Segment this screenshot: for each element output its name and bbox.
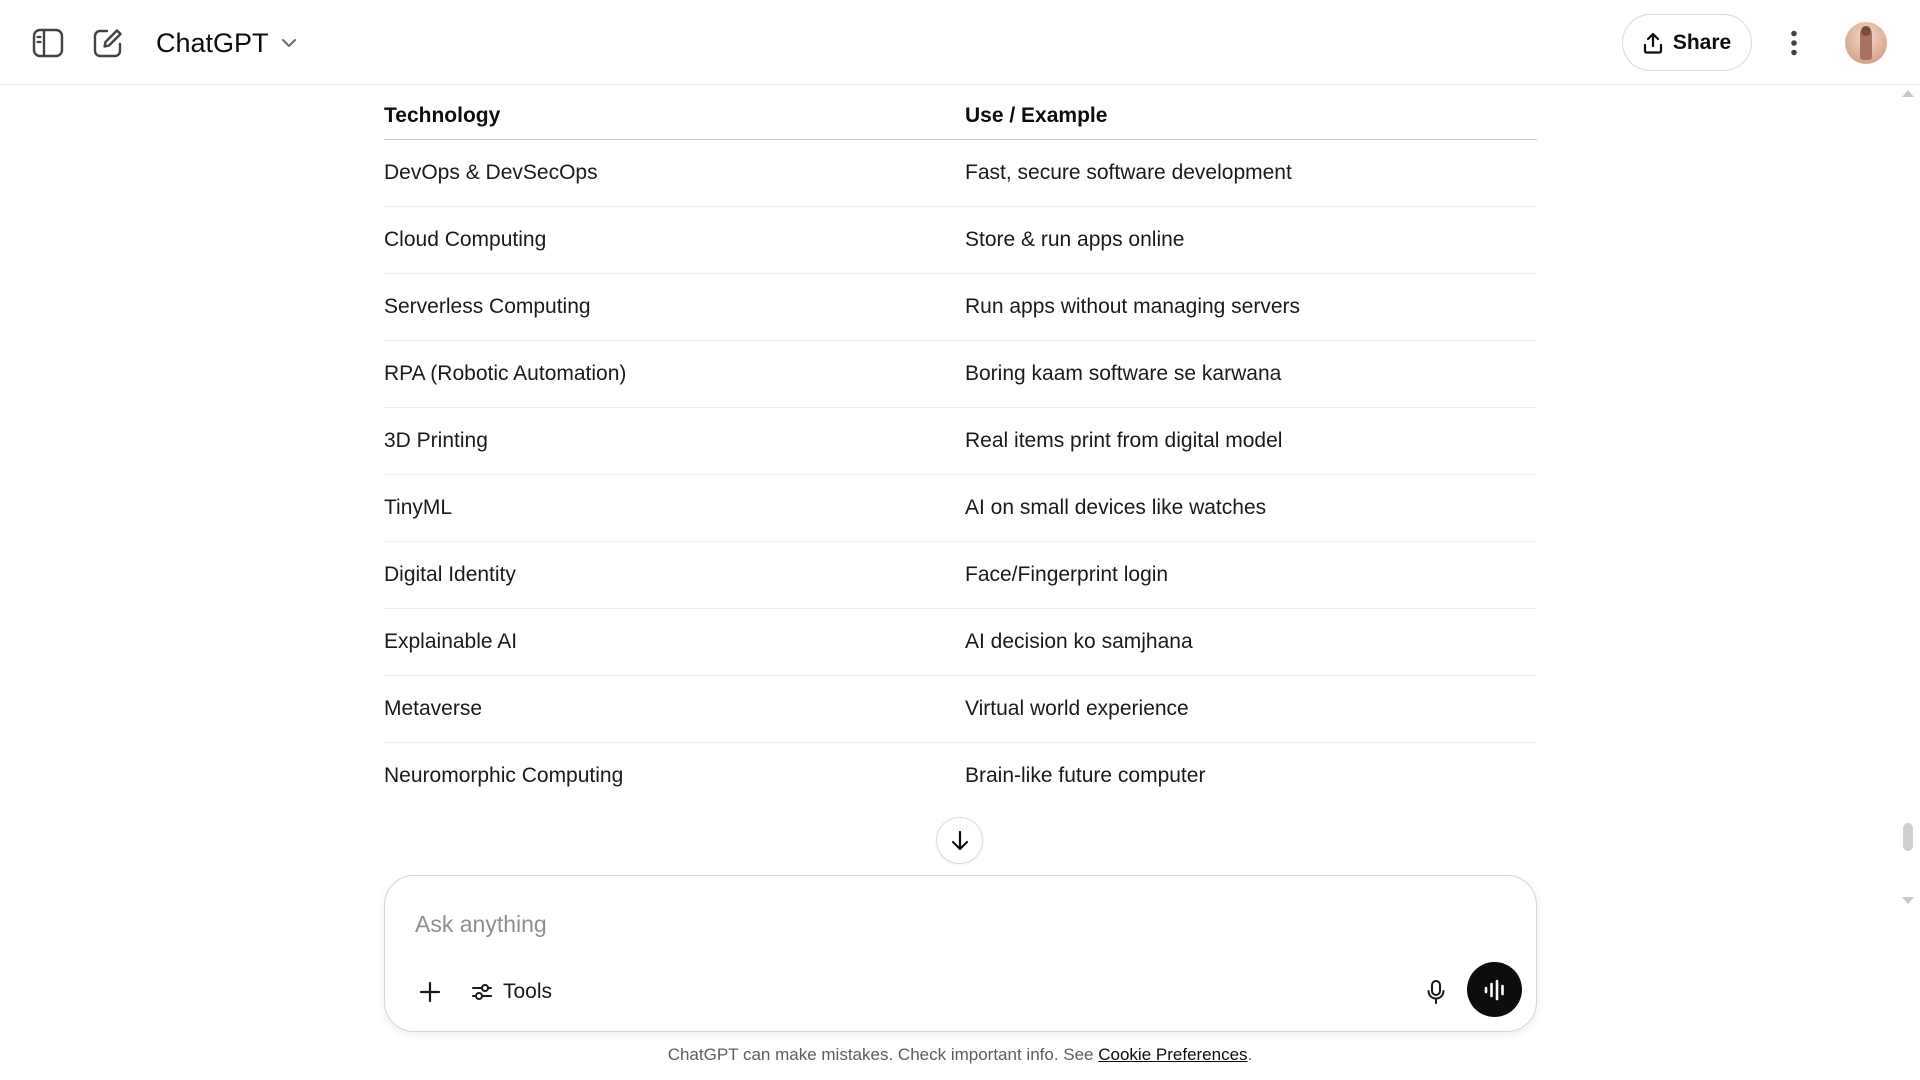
scrollbar-thumb[interactable] <box>1903 823 1913 851</box>
cookie-preferences-link[interactable]: Cookie Preferences <box>1098 1045 1247 1064</box>
model-name: ChatGPT <box>156 27 269 58</box>
avatar-head <box>1861 26 1871 36</box>
table-cell-use: AI decision ko samjhana <box>965 608 1537 676</box>
table-cell-technology: RPA (Robotic Automation) <box>384 340 965 408</box>
column-header-technology: Technology <box>384 96 965 140</box>
model-switcher[interactable]: ChatGPT <box>150 20 303 66</box>
table-cell-use: Brain-like future computer <box>965 763 1206 787</box>
table-row: Metaverse Virtual world experience <box>384 675 1537 743</box>
table-cell-technology: Digital Identity <box>384 541 965 609</box>
more-options-button[interactable] <box>1770 19 1818 67</box>
technology-table: Technology Use / Example DevOps & DevSec… <box>384 96 1537 809</box>
table-cell-use: Virtual world experience <box>965 675 1537 743</box>
table-row: Digital Identity Face/Fingerprint login <box>384 541 1537 609</box>
table-row: 3D Printing Real items print from digital… <box>384 407 1537 475</box>
table-cell-use: Run apps without managing servers <box>965 273 1537 341</box>
voice-mode-button[interactable] <box>1467 962 1522 1017</box>
scrollbar-down-arrow[interactable] <box>1902 897 1914 904</box>
table-cell-use: Fast, secure software development <box>965 139 1537 207</box>
scrollbar-up-arrow[interactable] <box>1902 90 1914 97</box>
message-composer: Tools <box>384 875 1537 1032</box>
add-attachment-button[interactable] <box>409 971 451 1013</box>
table-row: Cloud Computing Store & run apps online <box>384 206 1537 274</box>
arrow-down-icon <box>951 830 968 850</box>
table-row: TinyML AI on small devices like watches <box>384 474 1537 542</box>
table-cell-technology: Metaverse <box>384 675 965 743</box>
sliders-icon <box>472 984 492 1000</box>
sidebar-toggle-button[interactable] <box>24 19 72 67</box>
table-cell-technology: Explainable AI <box>384 608 965 676</box>
share-icon <box>1643 32 1662 54</box>
table-cell-technology: Serverless Computing <box>384 273 965 341</box>
microphone-icon <box>1427 980 1445 1004</box>
voice-waveform-icon <box>1484 979 1504 1000</box>
table-cell-use: Boring kaam software se karwana <box>965 340 1537 408</box>
disclaimer-text: ChatGPT can make mistakes. Check importa… <box>667 1045 1099 1064</box>
dictate-button[interactable] <box>1415 971 1457 1013</box>
disclaimer-end: . <box>1247 1045 1253 1064</box>
response-table-container: Technology Use / Example DevOps & DevSec… <box>384 96 1537 809</box>
table-header-row: Technology Use / Example <box>384 96 1537 140</box>
vertical-dots-icon <box>1791 30 1797 56</box>
table-row: Neuromorphic Computing Brain-like future … <box>384 742 1537 809</box>
tools-button[interactable]: Tools <box>465 971 558 1013</box>
share-label: Share <box>1672 30 1732 54</box>
share-button[interactable]: Share <box>1622 14 1752 71</box>
tools-label: Tools <box>503 980 553 1003</box>
prompt-input[interactable] <box>415 906 1415 942</box>
table-cell-use: Store & run apps online <box>965 206 1537 274</box>
plus-icon <box>419 981 441 1003</box>
table-cell-technology: 3D Printing <box>384 407 965 475</box>
table-cell-use: AI on small devices like watches <box>965 474 1537 542</box>
new-chat-icon <box>93 29 122 58</box>
scrollbar[interactable] <box>1900 86 1920 906</box>
column-header-use-example: Use / Example <box>965 96 1537 140</box>
table-row: Serverless Computing Run apps without man… <box>384 273 1537 341</box>
scroll-to-bottom-button[interactable] <box>936 817 983 864</box>
table-cell-technology: TinyML <box>384 474 965 542</box>
table-row: RPA (Robotic Automation) Boring kaam soft… <box>384 340 1537 408</box>
table-cell-use: Real items print from digital model <box>965 407 1537 475</box>
table-row: Explainable AI AI decision ko samjhana <box>384 608 1537 676</box>
table-cell-technology: Neuromorphic Computing <box>384 763 624 787</box>
table-row: DevOps & DevSecOps Fast, secure software … <box>384 139 1537 207</box>
avatar[interactable] <box>1845 22 1887 64</box>
table-cell-use: Face/Fingerprint login <box>965 541 1537 609</box>
table-cell-technology: DevOps & DevSecOps <box>384 139 965 207</box>
chevron-down-icon <box>281 39 296 47</box>
new-chat-button[interactable] <box>84 19 132 67</box>
top-bar: ChatGPT Share <box>0 0 1920 85</box>
table-cell-technology: Cloud Computing <box>384 206 965 274</box>
disclaimer-note: ChatGPT can make mistakes. Check importa… <box>0 1045 1920 1065</box>
sidebar-toggle-icon <box>32 28 64 58</box>
